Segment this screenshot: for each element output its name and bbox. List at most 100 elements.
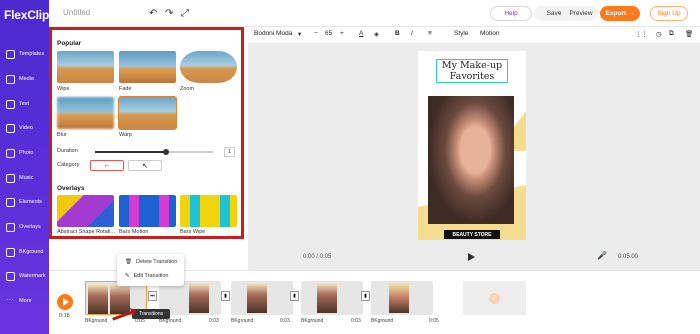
add-clip-button[interactable]: + — [463, 281, 526, 315]
design-title-text[interactable]: My Make-up Favorites — [436, 59, 508, 83]
fullscreen-icon[interactable]: ⤢ — [181, 8, 189, 19]
plus-icon: + — [489, 292, 500, 304]
text-icon — [6, 99, 15, 109]
transition-context-menu: 🗑 Delete Transition ✎ Edit Transition — [117, 254, 184, 286]
sidebar-item-templates[interactable]: Templates — [0, 43, 49, 65]
export-button[interactable]: Export → — [600, 6, 640, 21]
top-bar: Untitled ↶ ↷ ⤢ Help Save Preview Export … — [49, 0, 700, 27]
font-select[interactable]: Bodoni Moda — [254, 30, 292, 37]
bold-button[interactable]: B — [395, 30, 400, 37]
flexclip-editor: FlexClip Templates Media Text Video Phot… — [0, 0, 700, 334]
clip-duration: 0:05 — [429, 318, 439, 324]
photo-icon — [6, 148, 15, 158]
italic-button[interactable]: I — [411, 30, 413, 37]
clip-thumbnail — [110, 284, 130, 314]
clip-duration: 0:03 — [351, 318, 361, 324]
bkground-icon — [6, 247, 15, 257]
timeline-play-button[interactable] — [57, 294, 73, 310]
playback-time: 0:00 / 0:05 — [303, 254, 332, 260]
sidebar-item-video[interactable]: Video — [0, 117, 49, 139]
sidebar-item-more[interactable]: ··· More — [0, 290, 49, 312]
overlay-bars-motion[interactable] — [119, 195, 176, 227]
duration-label: Duration — [57, 148, 78, 154]
clip-duration: 0:03 — [209, 318, 219, 324]
duration-value[interactable]: 1 — [224, 147, 235, 157]
clock-icon[interactable]: ◷ — [656, 30, 662, 38]
transition-warp[interactable] — [118, 96, 177, 130]
fill-color-icon[interactable]: ◈ — [374, 30, 379, 38]
sidebar-item-photo[interactable]: Photo — [0, 142, 49, 164]
undo-icon[interactable]: ↶ — [149, 8, 157, 19]
category-label: Category — [57, 162, 80, 168]
sidebar-item-elements[interactable]: Elements — [0, 191, 49, 213]
overlay-bars-wipe[interactable] — [180, 195, 237, 227]
duration-slider[interactable] — [95, 149, 213, 155]
music-icon — [6, 173, 15, 183]
transition-button[interactable]: ▮ — [290, 291, 299, 301]
timeline-clip[interactable] — [301, 281, 363, 315]
clip-label: BKground — [301, 318, 324, 324]
transitions-tooltip: Transitions — [132, 309, 170, 319]
play-icon[interactable] — [468, 253, 475, 261]
project-title[interactable]: Untitled — [63, 8, 90, 17]
portrait-photo[interactable] — [428, 96, 514, 224]
design-canvas[interactable]: My Make-up Favorites BEAUTY STORE — [418, 51, 526, 240]
timeline-clip[interactable] — [371, 281, 433, 315]
mic-icon[interactable]: 🎤 — [597, 251, 607, 260]
sidebar-item-text[interactable]: Text — [0, 93, 49, 115]
sidebar-item-watermark[interactable]: Watermark — [0, 265, 49, 287]
sidebar-item-bkground[interactable]: BKground — [0, 241, 49, 263]
transition-label: Wipe — [57, 86, 70, 92]
transitions-panel: Popular Wipe Fade Zoom Blur Warp Duratio… — [49, 27, 244, 239]
format-toolbar: Bodoni Moda ▾ − 65 + A ◈ B I ≡ Style Mot… — [248, 27, 700, 44]
delete-icon[interactable]: 🗑 — [685, 30, 693, 38]
clip-thumbnail — [317, 283, 337, 313]
align-icon[interactable]: ≡ — [428, 30, 432, 37]
transition-zoom[interactable] — [180, 51, 237, 83]
transition-wipe[interactable] — [57, 51, 114, 83]
help-button[interactable]: Help — [490, 6, 532, 21]
chevron-down-icon[interactable]: ▾ — [298, 30, 301, 38]
style-button[interactable]: Style — [454, 30, 468, 37]
transition-blur[interactable] — [57, 97, 114, 129]
category-up-left-button[interactable]: ↖ — [128, 160, 162, 171]
canvas-area: My Make-up Favorites BEAUTY STORE 0:00 /… — [248, 44, 700, 270]
category-left-button[interactable]: ← — [90, 160, 124, 171]
edit-transition-item[interactable]: ✎ Edit Transition — [125, 273, 168, 279]
grid-icon[interactable]: ⋮⋮ — [635, 30, 648, 38]
trash-icon: 🗑 — [125, 259, 132, 265]
timeline-clip[interactable] — [231, 281, 293, 315]
overlay-abstract-shape[interactable] — [57, 195, 114, 227]
overlay-label: Abstract Shape Rotati... — [57, 229, 116, 235]
motion-button[interactable]: Motion — [480, 30, 500, 37]
more-icon: ··· — [6, 294, 14, 304]
transition-fade[interactable] — [119, 51, 176, 83]
templates-icon — [6, 49, 15, 59]
watermark-icon — [6, 271, 15, 281]
font-size-decrease-icon[interactable]: − — [314, 30, 318, 37]
transition-button[interactable]: ⏭ — [148, 291, 157, 301]
total-time: 0:05.00 — [618, 254, 639, 260]
font-size-increase-icon[interactable]: + — [340, 30, 344, 37]
elements-icon — [6, 197, 15, 207]
transition-button[interactable]: ▮ — [361, 291, 370, 301]
clip-thumbnail — [88, 284, 108, 314]
text-color-icon[interactable]: A — [359, 30, 363, 37]
clip-duration: 0:03 — [280, 318, 290, 324]
sidebar-item-music[interactable]: Music — [0, 167, 49, 189]
copy-icon[interactable]: ⧉ — [669, 30, 674, 38]
slider-knob[interactable] — [163, 149, 169, 155]
overlay-label: Bars Wipe — [180, 229, 206, 235]
preview-button[interactable]: Preview — [564, 6, 598, 21]
redo-icon[interactable]: ↷ — [165, 8, 173, 19]
delete-transition-item[interactable]: 🗑 Delete Transition — [125, 259, 177, 265]
transition-button[interactable]: ▮ — [221, 291, 230, 301]
sidebar-item-media[interactable]: Media — [0, 68, 49, 90]
edit-icon: ✎ — [125, 273, 130, 279]
overlays-icon — [6, 222, 15, 232]
transition-label: Warp — [119, 132, 132, 138]
sidebar-item-overlays[interactable]: Overlays — [0, 216, 49, 238]
font-size-value[interactable]: 65 — [325, 30, 332, 37]
signup-button[interactable]: Sign Up — [650, 6, 688, 21]
store-label[interactable]: BEAUTY STORE — [444, 230, 500, 239]
